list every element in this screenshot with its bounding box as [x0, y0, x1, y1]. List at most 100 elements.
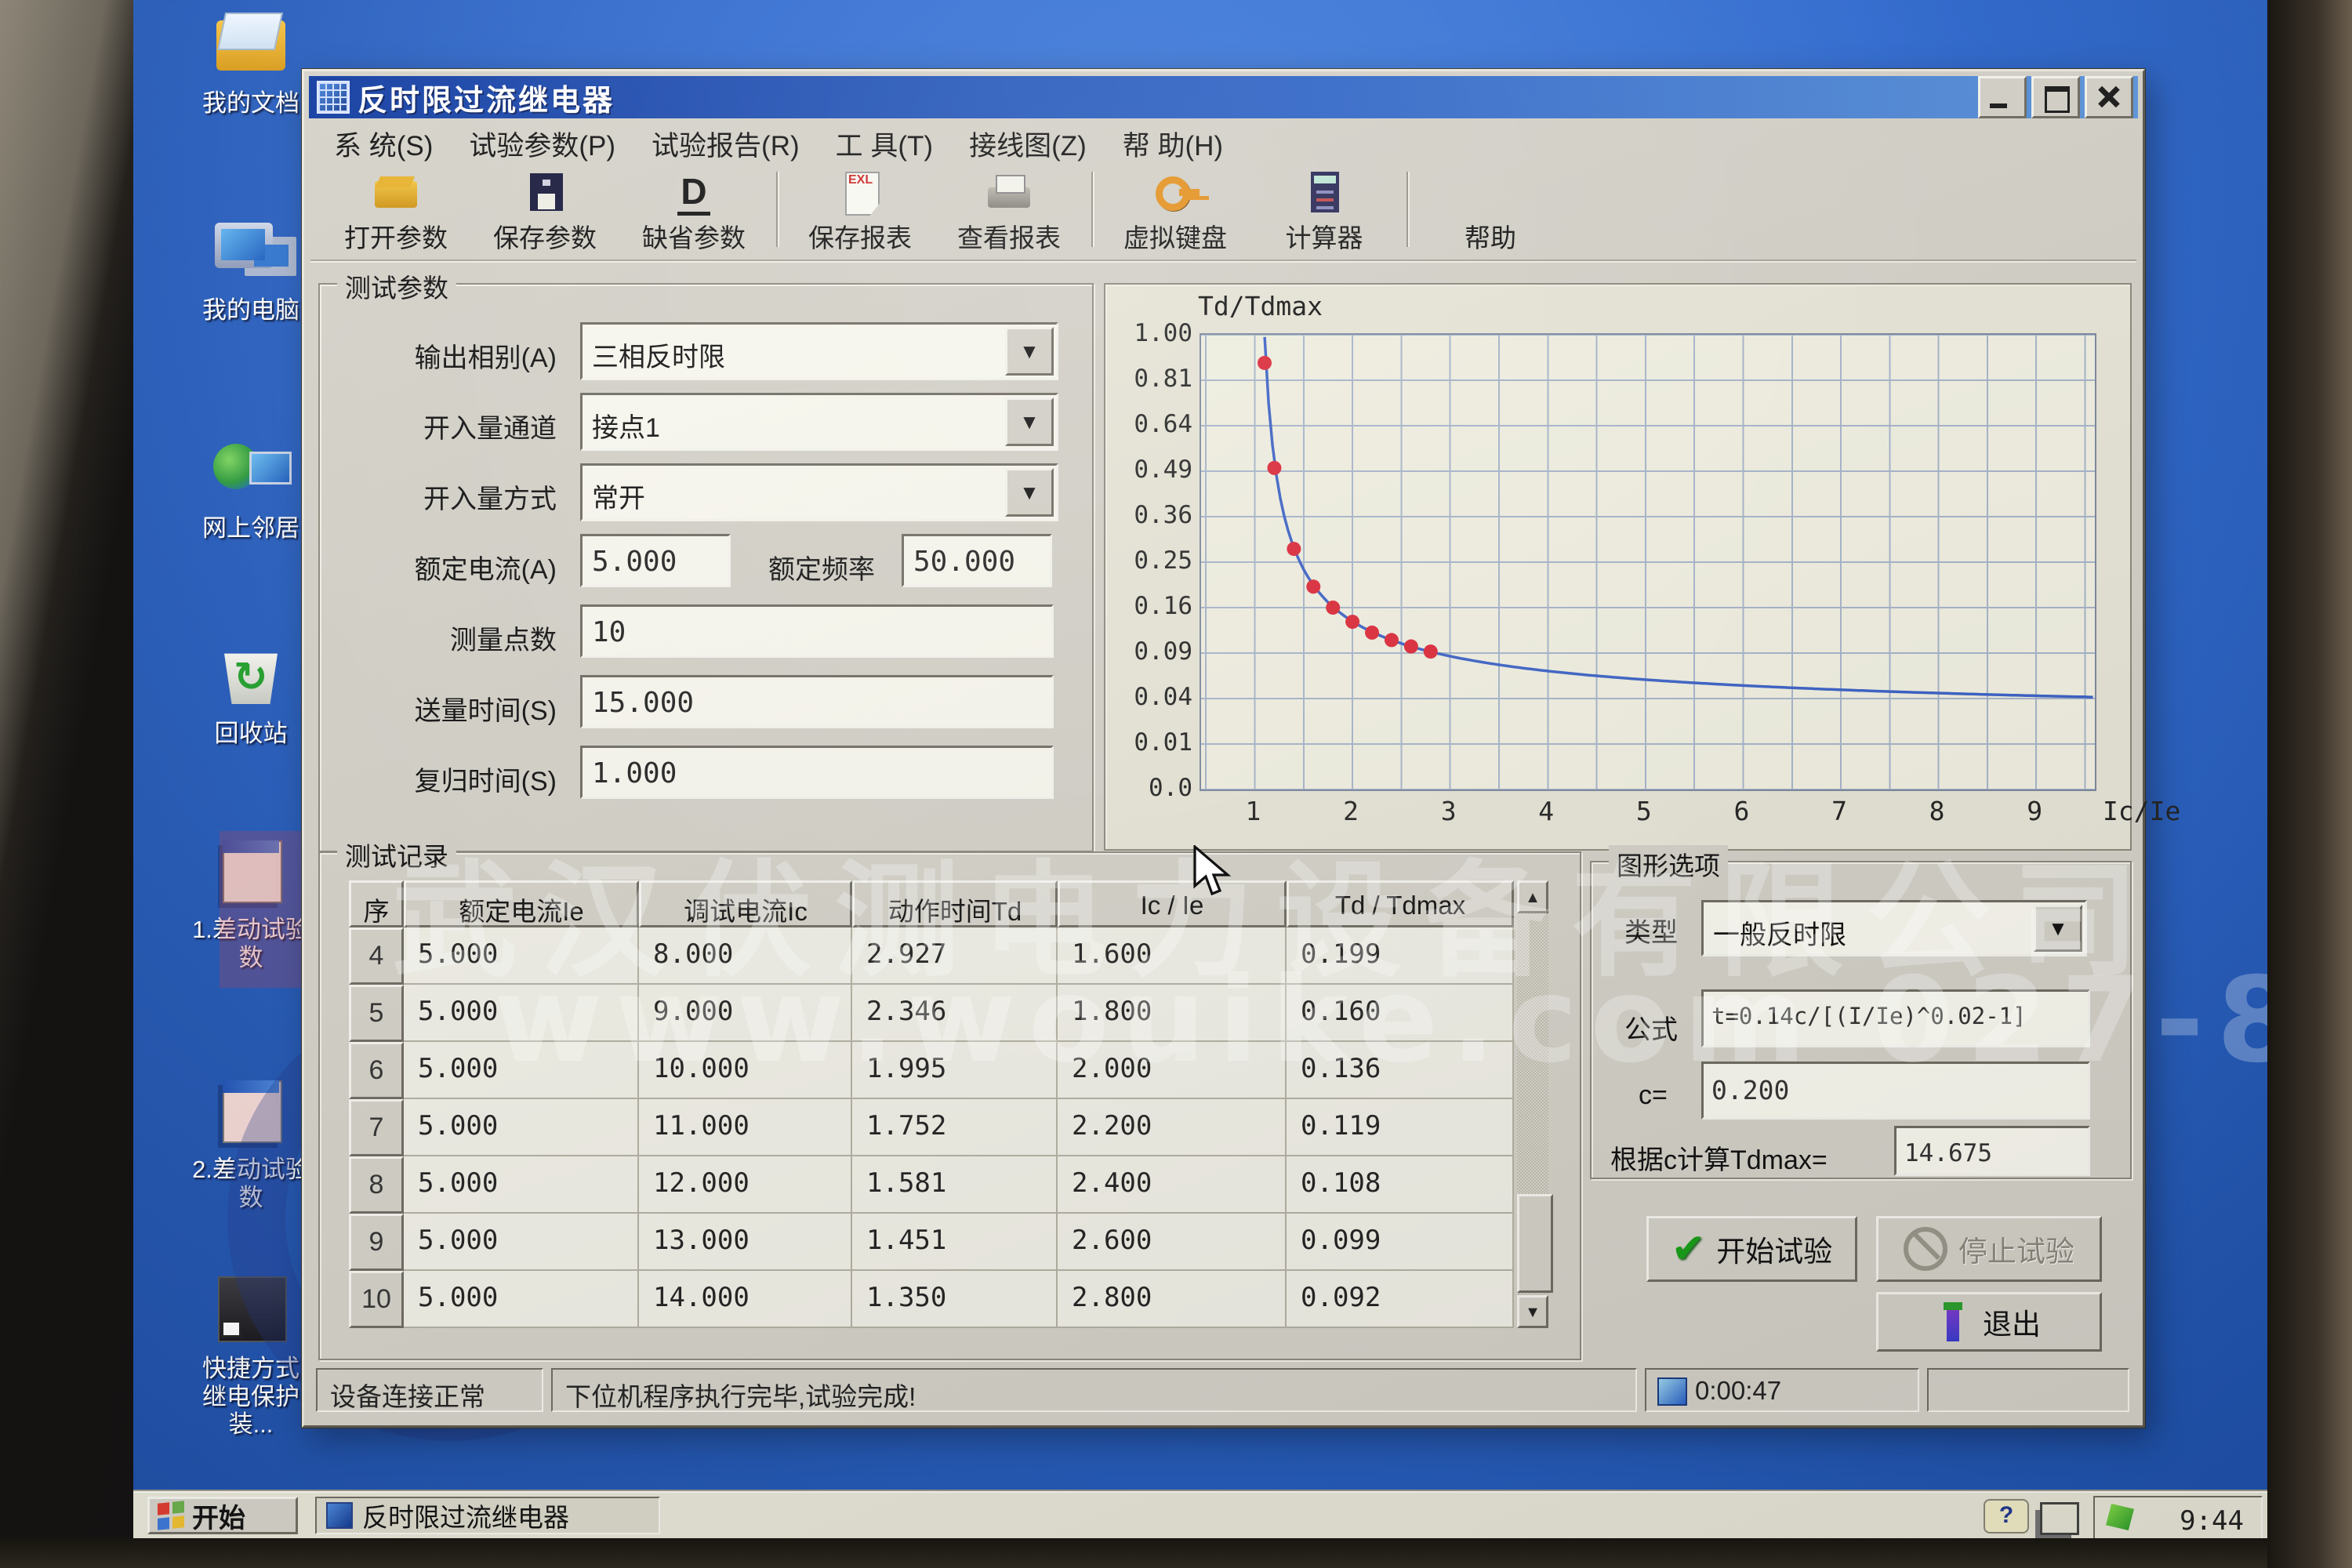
desktop-icon-network-places[interactable]: 网上邻居 [180, 431, 321, 543]
records-table: 序号额定电流Ie调试电流Ic动作时间TdIc / IeTd / Tdmax45.… [349, 880, 1514, 1328]
toolbar-separator [1406, 172, 1408, 247]
menu-item-4[interactable]: 接线图(Z) [956, 122, 1099, 165]
help-button[interactable]: 帮助 [1416, 167, 1565, 258]
virtual-keyboard-button[interactable]: 虚拟键盘 [1101, 167, 1250, 258]
field-label: 开入量通道 [320, 407, 557, 445]
table-row[interactable]: 65.00010.0001.9952.0000.136 [349, 1042, 1514, 1099]
menu-item-2[interactable]: 试验报告(R) [639, 122, 812, 165]
tray-windows-icon[interactable] [2040, 1502, 2079, 1535]
reset-time-field[interactable]: 1.000 [580, 746, 1054, 799]
default-params-button[interactable]: D缺省参数 [619, 167, 768, 258]
exit-icon [1937, 1302, 1972, 1341]
measure-points-field[interactable]: 10 [580, 604, 1054, 658]
table-row[interactable]: 45.0008.0002.9271.6000.199 [349, 927, 1514, 985]
menu-item-0[interactable]: 系 统(S) [321, 122, 445, 165]
chart-plot-area [1200, 333, 2096, 791]
desktop-icon-relay-shortcut[interactable]: 快捷方式 继电保护装... [180, 1272, 321, 1439]
view-report-button[interactable]: 查看报表 [935, 167, 1083, 258]
monitor-screen: 我的文档我的电脑网上邻居回收站 1.差动试验 数 2.差动试验 数快捷方式 继电保护… [133, 0, 2267, 1538]
field-label: 测量点数 [320, 619, 557, 657]
graph-options-groupbox: 图形选项 类型 一般反时限 ▼ 公式 t=0.14c/[(I/Ie)^0.02-… [1590, 861, 2132, 1179]
c-value-field[interactable]: 0.200 [1701, 1062, 2090, 1120]
chevron-down-icon[interactable]: ▼ [2034, 905, 2082, 952]
calculator-button[interactable]: 计算器 [1250, 167, 1399, 258]
start-test-button[interactable]: ✔ 开始试验 [1646, 1216, 1857, 1282]
column-header-1[interactable]: 额定电流Ie [404, 880, 639, 927]
desktop-icon-test-data-2[interactable]: 2.差动试验 数 [180, 1073, 321, 1211]
menu-item-5[interactable]: 帮 助(H) [1110, 122, 1236, 165]
scroll-down-button[interactable]: ▼ [1517, 1295, 1548, 1328]
table-row[interactable]: 75.00011.0001.7522.2000.119 [349, 1099, 1514, 1156]
window-title: 反时限过流继电器 [358, 76, 615, 119]
save-params-button[interactable]: 保存参数 [470, 167, 619, 258]
ico-calc [1297, 170, 1352, 216]
open-params-button[interactable]: 打开参数 [321, 167, 470, 258]
chevron-down-icon[interactable]: ▼ [1005, 397, 1054, 446]
chevron-down-icon[interactable]: ▼ [1005, 468, 1054, 517]
desktop-icon-label: 我的电脑 [180, 296, 321, 325]
desktop-icon-my-computer[interactable]: 我的电脑 [180, 213, 321, 325]
chevron-down-icon[interactable]: ▼ [1005, 327, 1054, 376]
mouse-cursor [1192, 845, 1242, 902]
toolbar: 打开参数保存参数D缺省参数保存报表查看报表虚拟键盘计算器帮助 [310, 167, 2136, 261]
column-header-4[interactable]: Ic / Ie [1058, 880, 1287, 927]
ic-recycle-icon [210, 637, 292, 715]
column-header-5[interactable]: Td / Tdmax [1287, 880, 1514, 927]
tdmax-value-field[interactable]: 14.675 [1894, 1126, 2090, 1176]
tray-help-icon[interactable]: ? [1984, 1499, 2029, 1534]
curve-type-combo[interactable]: 一般反时限 ▼ [1701, 900, 2087, 956]
graph-options-legend: 图形选项 [1609, 845, 1728, 883]
toolbar-separator [1091, 172, 1093, 247]
start-button[interactable]: 开始 [147, 1497, 298, 1534]
exit-button[interactable]: 退出 [1876, 1292, 2102, 1352]
output-phase-combo[interactable]: 三相反时限▼ [580, 322, 1058, 380]
table-row[interactable]: 55.0009.0002.3461.8000.160 [349, 985, 1514, 1042]
column-header-0[interactable]: 序号 [349, 880, 404, 927]
column-header-2[interactable]: 调试电流Ic [639, 880, 852, 927]
windows-logo-icon [158, 1501, 184, 1530]
table-row[interactable]: 95.00013.0001.4512.6000.099 [349, 1214, 1514, 1271]
formula-label: 公式 [1624, 1008, 1678, 1047]
test-params-groupbox: 测试参数 输出相别(A)三相反时限▼开入量通道接点1▼开入量方式常开▼额定电流(… [318, 283, 1094, 852]
scroll-up-button[interactable]: ▲ [1517, 880, 1548, 913]
curve-chart-panel: Td/Tdmax 1.000.810.640.490.360.250.160.0… [1104, 283, 2132, 851]
scrollbar-thumb[interactable] [1517, 1194, 1553, 1293]
taskbar-item-app[interactable]: 反时限过流继电器 [315, 1497, 660, 1534]
desktop-icon-label: 快捷方式 继电保护装... [180, 1355, 321, 1439]
desktop-icon-my-documents[interactable]: 我的文档 [180, 6, 321, 118]
maximize-button[interactable] [2031, 76, 2080, 118]
rated-current-field[interactable]: 5.000 [580, 534, 731, 587]
column-header-3[interactable]: 动作时间Td [852, 880, 1058, 927]
ic-appwin2-icon [210, 1073, 292, 1151]
inject-time-field[interactable]: 15.000 [580, 675, 1054, 728]
close-button[interactable] [2085, 76, 2133, 118]
stop-test-button[interactable]: 停止试验 [1876, 1216, 2102, 1282]
input-mode-combo[interactable]: 常开▼ [580, 463, 1058, 521]
desktop-icon-label: 2.差动试验 数 [180, 1156, 321, 1211]
ico-doc [833, 170, 887, 216]
system-tray: 9:44 [2093, 1496, 2263, 1538]
no-entry-icon [1904, 1227, 1947, 1271]
tray-green-icon[interactable] [2106, 1504, 2134, 1530]
test-records-groupbox: 测试记录 序号额定电流Ie调试电流Ic动作时间TdIc / IeTd / Tdm… [318, 851, 1581, 1360]
ico-open [368, 170, 423, 216]
ic-dark-icon [210, 1272, 292, 1350]
rated-frequency-field[interactable]: 50.000 [902, 534, 1052, 587]
minimize-button[interactable] [1978, 76, 2027, 118]
formula-field[interactable]: t=0.14c/[(I/Ie)^0.02-1] [1701, 989, 2090, 1047]
input-channel-combo[interactable]: 接点1▼ [580, 393, 1058, 451]
desktop-icon-test-data-1[interactable]: 1.差动试验 数 [180, 833, 321, 971]
save-report-button[interactable]: 保存报表 [786, 167, 935, 258]
curve-type-value: 一般反时限 [1713, 913, 1846, 952]
chart-x-axis-label: Ic/Ie [2103, 796, 2180, 826]
table-row[interactable]: 105.00014.0001.3502.8000.092 [349, 1271, 1514, 1328]
chart-y-axis-title: Td/Tdmax [1198, 291, 1323, 321]
desktop-icon-recycle-bin[interactable]: 回收站 [180, 637, 321, 748]
menu-item-3[interactable]: 工 具(T) [823, 122, 946, 165]
table-row[interactable]: 85.00012.0001.5812.4000.108 [349, 1156, 1514, 1214]
menu-item-1[interactable]: 试验参数(P) [456, 122, 628, 165]
ic-net-icon [210, 431, 292, 510]
ico-help [1463, 170, 1518, 216]
records-scrollbar[interactable]: ▲ ▼ [1517, 880, 1548, 1328]
test-params-legend: 测试参数 [337, 267, 456, 305]
